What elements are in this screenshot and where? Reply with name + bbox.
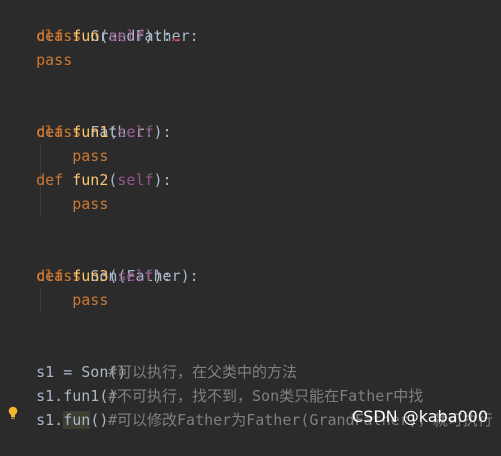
function-name: fun: [72, 27, 100, 45]
keyword: def: [36, 171, 64, 189]
keyword: def: [36, 27, 64, 45]
keyword: pass: [36, 51, 73, 69]
code-line-11[interactable]: class Son(Father):: [0, 240, 199, 285]
code-line-2[interactable]: def fun(self)::: [0, 24, 180, 48]
self-param: self: [117, 267, 154, 285]
code-line-1[interactable]: class GrandFather:: [0, 0, 199, 45]
highlighted-identifier[interactable]: fun: [63, 411, 91, 429]
code-line-8[interactable]: def fun2(self):: [0, 168, 171, 192]
code-line-5[interactable]: class Father:: [0, 96, 153, 141]
function-name: fun2: [72, 171, 109, 189]
comment: #不可执行，找不到，Son类只能在Father中找: [108, 387, 424, 405]
lightbulb-icon[interactable]: [8, 406, 18, 420]
squiggle-warning-icon: [171, 38, 180, 42]
code-line-13[interactable]: pass: [0, 288, 108, 312]
self-param: self: [117, 171, 154, 189]
self-param: self: [117, 123, 154, 141]
keyword: pass: [72, 291, 109, 309]
code-line-7[interactable]: pass: [0, 144, 108, 168]
keyword: def: [36, 267, 64, 285]
function-name: fun3: [72, 267, 109, 285]
code-line-9[interactable]: pass: [0, 192, 108, 216]
keyword: def: [36, 123, 64, 141]
function-name: fun1: [72, 123, 109, 141]
code-line-15[interactable]: s1 = Son(): [0, 336, 126, 381]
code-line-12[interactable]: def fun3(self):: [0, 264, 171, 288]
code-editor[interactable]: class GrandFather: def fun(self):: pass …: [0, 0, 501, 438]
code-line-6[interactable]: def fun1(self):: [0, 120, 171, 144]
comment: #可以执行，在父类中的方法: [108, 363, 298, 381]
code-line-3[interactable]: pass: [0, 48, 72, 72]
self-param: self: [108, 27, 145, 45]
watermark: CSDN @kaba000: [352, 407, 488, 426]
keyword: pass: [72, 147, 109, 165]
code-line-16[interactable]: s1.fun1(): [0, 360, 117, 405]
keyword: pass: [72, 195, 109, 213]
code-line-17[interactable]: s1.fun(): [0, 384, 108, 429]
